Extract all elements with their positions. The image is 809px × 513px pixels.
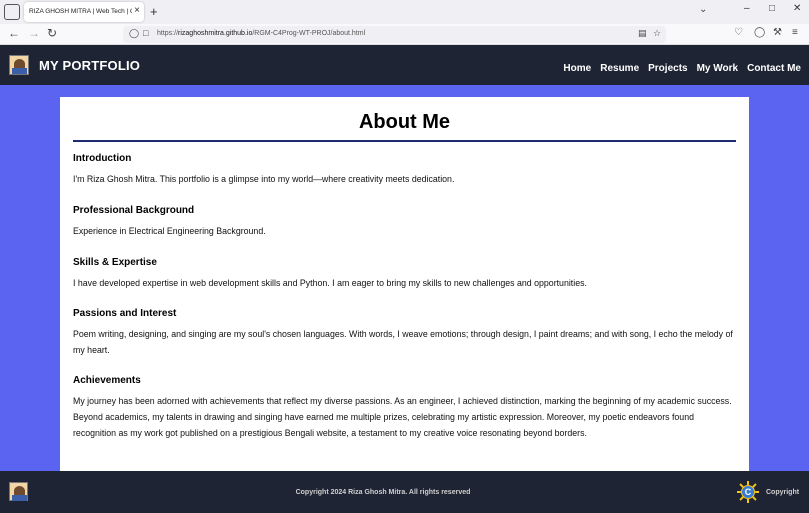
section-text: I'm Riza Ghosh Mitra. This portfolio is …	[73, 174, 455, 184]
site-header: MY PORTFOLIO Home Resume Projects My Wor…	[0, 45, 809, 85]
browser-tab-bar: RIZA GHOSH MITRA | Web Tech | C4 × + ⌄ –…	[0, 0, 809, 24]
url-text: https://rizaghoshmitra.github.io/RGM-C4P…	[157, 30, 366, 37]
section-passions: Passions and Interest Poem writing, desi…	[73, 308, 738, 358]
section-heading: Professional Background	[73, 205, 195, 216]
section-heading: Passions and Interest	[73, 308, 177, 319]
footer-copyright-text: Copyright 2024 Riza Ghosh Mitra. All rig…	[295, 489, 471, 496]
site-footer: Copyright 2024 Riza Ghosh Mitra. All rig…	[0, 471, 809, 513]
nav-contact-me[interactable]: Contact Me	[747, 63, 801, 74]
nav-resume[interactable]: Resume	[600, 63, 639, 74]
shield-icon[interactable]: ◯	[129, 28, 139, 39]
browser-tab[interactable]: RIZA GHOSH MITRA | Web Tech | C4 ×	[24, 2, 144, 22]
title-divider	[73, 140, 736, 142]
account-icon[interactable]: ◯	[754, 27, 765, 38]
maximize-icon[interactable]: □	[769, 3, 775, 14]
svg-text:C: C	[745, 487, 752, 497]
copyright-sun-icon: C	[737, 481, 759, 503]
browser-toolbar: ← → ↻ ◯ □ https://rizaghoshmitra.github.…	[0, 24, 809, 45]
chevron-down-icon[interactable]: ⌄	[699, 4, 707, 15]
footer-copyright-label: Copyright	[766, 489, 800, 496]
avatar-logo-icon[interactable]	[9, 55, 29, 75]
bookmark-star-icon[interactable]: ☆	[653, 28, 661, 39]
section-text: My journey has been adorned with achieve…	[73, 396, 732, 438]
section-skills: Skills & Expertise I have developed expe…	[73, 257, 738, 291]
nav-home[interactable]: Home	[563, 63, 591, 74]
tab-overview-icon[interactable]	[4, 4, 20, 20]
section-heading: Skills & Expertise	[73, 257, 157, 268]
reader-view-icon[interactable]: ▤	[638, 28, 647, 39]
minimize-icon[interactable]: –	[744, 3, 750, 14]
section-text: I have developed expertise in web develo…	[73, 278, 587, 288]
section-achievements: Achievements My journey has been adorned…	[73, 375, 738, 441]
main-nav: Home Resume Projects My Work Contact Me	[563, 63, 801, 74]
reload-icon[interactable]: ↻	[47, 26, 57, 40]
section-text: Experience in Electrical Engineering Bac…	[73, 226, 266, 236]
tab-title: RIZA GHOSH MITRA | Web Tech | C4	[29, 8, 139, 15]
site-title: MY PORTFOLIO	[39, 58, 141, 73]
nav-projects[interactable]: Projects	[648, 63, 687, 74]
tab-close-icon[interactable]: ×	[132, 5, 140, 16]
back-icon[interactable]: ←	[8, 26, 20, 40]
menu-icon[interactable]: ≡	[792, 27, 798, 38]
section-text: Poem writing, designing, and singing are…	[73, 329, 733, 355]
forward-icon[interactable]: →	[28, 26, 40, 40]
pocket-icon[interactable]: ♡	[734, 27, 743, 38]
nav-my-work[interactable]: My Work	[697, 63, 739, 74]
extensions-icon[interactable]: ⚒	[773, 27, 782, 38]
page-title: About Me	[358, 111, 451, 133]
section-heading: Introduction	[73, 153, 132, 164]
about-card: About Me Introduction I'm Riza Ghosh Mit…	[60, 97, 749, 473]
new-tab-icon[interactable]: +	[150, 4, 158, 19]
section-heading: Achievements	[73, 375, 141, 386]
section-professional-background: Professional Background Experience in El…	[73, 205, 738, 239]
lock-icon[interactable]: □	[143, 28, 148, 38]
close-window-icon[interactable]: ✕	[793, 3, 801, 14]
address-bar[interactable]: ◯ □ https://rizaghoshmitra.github.io/RGM…	[123, 26, 666, 43]
section-introduction: Introduction I'm Riza Ghosh Mitra. This …	[73, 153, 738, 187]
